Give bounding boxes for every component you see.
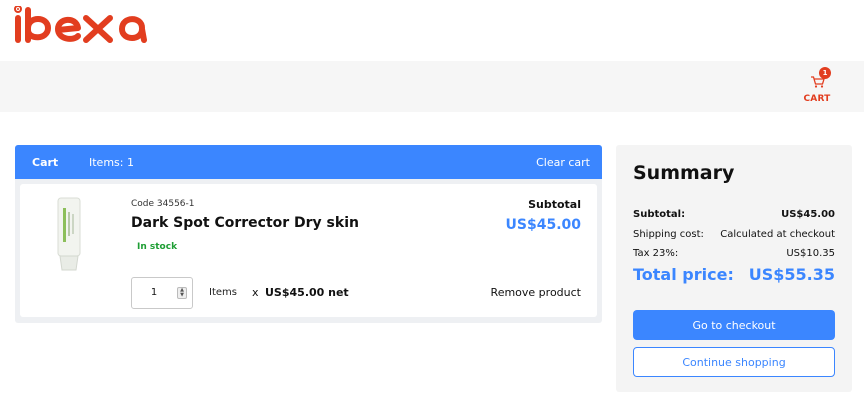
quantity-spin-control[interactable]: ▲ ▼ [177, 287, 187, 299]
quantity-input[interactable]: 1 [132, 287, 176, 298]
header-bar: 1 CART [0, 61, 864, 112]
quantity-stepper[interactable]: 1 ▲ ▼ [131, 277, 193, 309]
summary-shipping-value: Calculated at checkout [720, 229, 835, 240]
header-cart-link[interactable]: 1 CART [803, 67, 831, 107]
unit-price: US$45.00 net [265, 286, 349, 299]
times-symbol: x [252, 286, 259, 299]
clear-cart-link[interactable]: Clear cart [536, 156, 590, 169]
cart-label: CART [803, 94, 831, 104]
line-subtotal-value: US$45.00 [505, 217, 581, 233]
cart-header: Cart Items: 1 Clear cart [15, 145, 602, 179]
remove-product-link[interactable]: Remove product [491, 286, 581, 299]
summary-subtotal-label: Subtotal: [633, 209, 686, 220]
summary-title: Summary [633, 162, 735, 184]
cart-line-item: Code 34556-1 Dark Spot Corrector Dry ski… [20, 184, 597, 317]
summary-total-label: Total price: [633, 265, 734, 284]
stock-status: In stock [137, 242, 178, 252]
go-to-checkout-button[interactable]: Go to checkout [633, 310, 835, 340]
cart-panel: Cart Items: 1 Clear cart Code 34556-1 Da… [15, 145, 602, 323]
cart-items-count: Items: 1 [89, 156, 134, 169]
product-code: Code 34556-1 [131, 199, 195, 209]
order-summary: Summary Subtotal: US$45.00 Shipping cost… [616, 145, 852, 392]
product-name[interactable]: Dark Spot Corrector Dry skin [131, 215, 359, 231]
summary-subtotal-value: US$45.00 [781, 209, 835, 220]
summary-tax-value: US$10.35 [786, 248, 835, 259]
chevron-down-icon[interactable]: ▼ [178, 293, 186, 298]
product-image[interactable] [50, 194, 90, 274]
cart-tab-label: Cart [32, 156, 59, 169]
summary-total-value: US$55.35 [748, 265, 835, 284]
line-subtotal-label: Subtotal [528, 198, 581, 211]
ibexa-logo[interactable] [14, 6, 164, 48]
cart-count-badge: 1 [819, 67, 831, 79]
summary-tax-label: Tax 23%: [633, 248, 679, 259]
continue-shopping-button[interactable]: Continue shopping [633, 347, 835, 377]
summary-shipping-label: Shipping cost: [633, 229, 704, 240]
quantity-unit-label: Items [209, 287, 237, 298]
